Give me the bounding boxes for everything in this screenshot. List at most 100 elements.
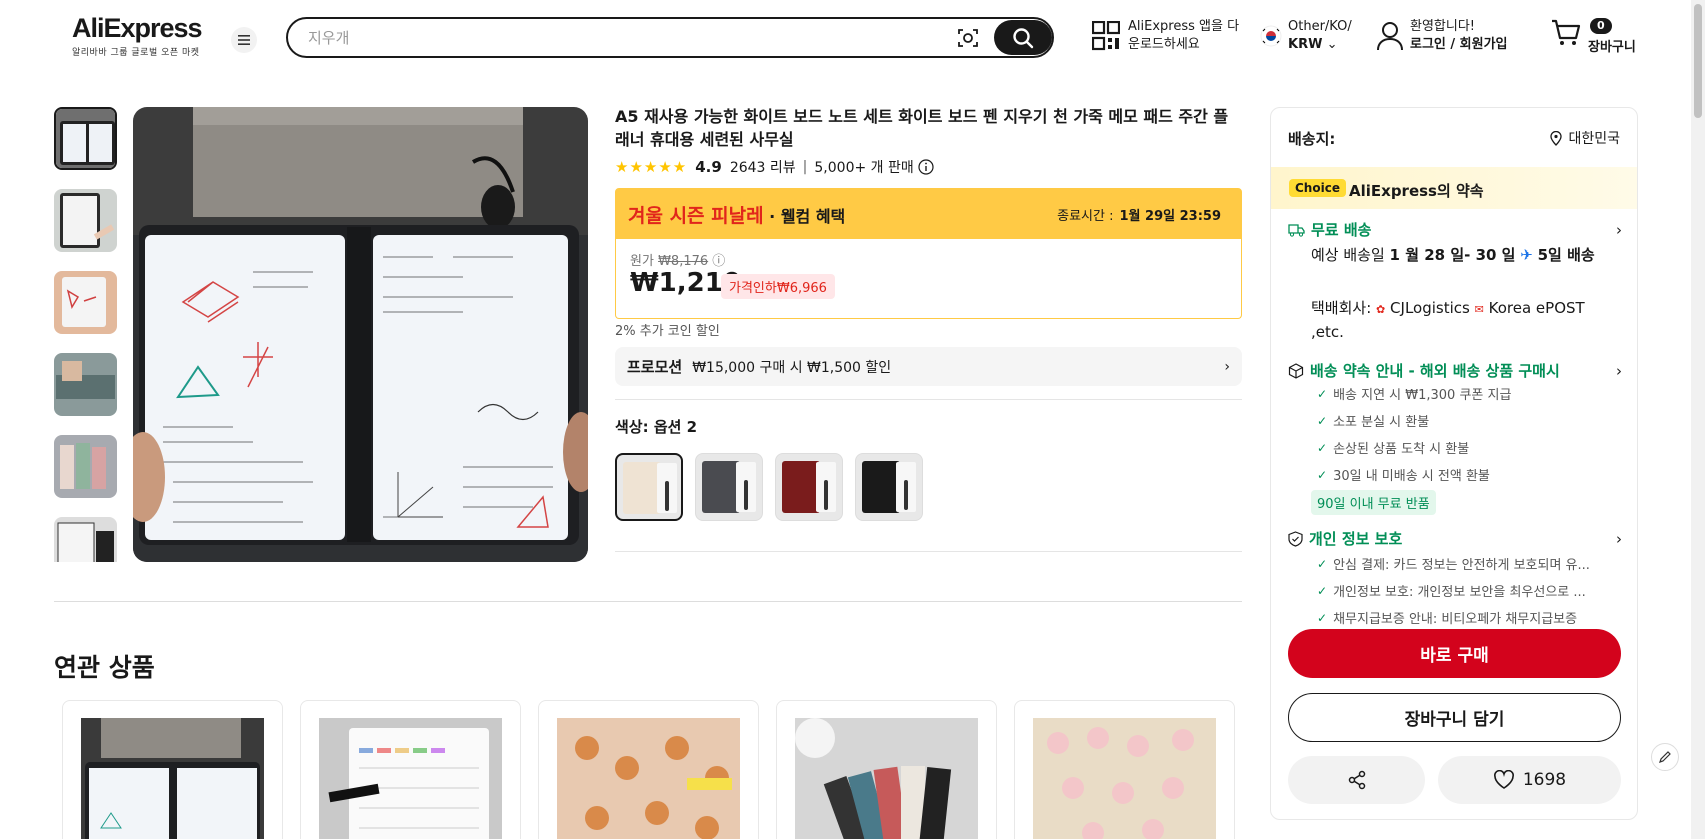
related-product-image — [319, 718, 502, 839]
delivery-days: 5일 배송 — [1537, 246, 1595, 264]
thumbnail-image — [54, 189, 117, 252]
coin-discount: 2% 추가 코인 할인 — [615, 324, 720, 339]
delivery-estimate: 예상 배송일 1 월 28 일- 30 일 ✈ 5일 배송 — [1311, 244, 1611, 267]
edit-button[interactable] — [1651, 743, 1679, 771]
divider — [615, 551, 1242, 552]
menu-button[interactable] — [231, 27, 257, 53]
privacy-row[interactable]: 개인 정보 보호 › — [1288, 528, 1622, 549]
thumbnail-4[interactable] — [54, 353, 117, 416]
sold-count: 5,000+ 개 판매 — [814, 160, 914, 176]
aliexpress-logo[interactable]: AliExpress 알리바바 그룹 글로벌 오픈 마켓 — [72, 14, 203, 58]
delivery-dates: 1 월 28 일- 30 일 — [1389, 246, 1516, 264]
check-icon: ✓ — [1317, 556, 1328, 571]
divider — [615, 399, 1242, 400]
info-icon[interactable]: ⓘ — [712, 254, 725, 269]
account-login[interactable]: 환영합니다! 로그인 / 회원가입 — [1376, 18, 1508, 54]
app-download-line1: AliExpress 앱을 다 — [1128, 19, 1240, 34]
product-photo — [133, 107, 588, 562]
list-item: ✓ 채무지급보증 안내: 비티오페가 채무지급보증 — [1317, 604, 1590, 631]
chevron-right-icon: › — [1616, 361, 1622, 380]
thumbnail-3[interactable] — [54, 271, 117, 334]
thumbnail-5[interactable] — [54, 435, 117, 498]
promotion-label: 프로모션 — [627, 358, 683, 376]
check-icon: ✓ — [1317, 610, 1328, 625]
related-product-image — [557, 718, 740, 839]
cart-label: 장바구니 — [1588, 40, 1636, 55]
region-selector[interactable]: Other/KO/ KRW ⌄ — [1260, 18, 1352, 54]
check-icon: ✓ — [1317, 413, 1328, 428]
swatch-color — [862, 461, 900, 513]
related-product-card[interactable] — [300, 700, 521, 839]
chevron-down-icon: ⌄ — [1326, 37, 1338, 52]
swatch-pen — [824, 480, 828, 510]
color-swatch-3[interactable] — [775, 453, 843, 521]
promotion-row[interactable]: 프로모션 ₩15,000 구매 시 ₩1,500 할인 › — [615, 347, 1242, 386]
related-product-image — [1033, 718, 1216, 839]
thumbnail-image — [54, 353, 117, 416]
buy-now-button[interactable]: 바로 구매 — [1288, 629, 1621, 678]
choice-promise-text: AliExpress의 약속 — [1349, 182, 1484, 200]
hamburger-icon — [238, 35, 250, 45]
review-count[interactable]: 2643 리뷰 — [730, 157, 796, 177]
korea-post-icon: ✉ — [1474, 303, 1484, 316]
image-search-icon[interactable] — [956, 26, 980, 50]
share-button[interactable] — [1288, 756, 1425, 804]
promise-item-text: 배송 지연 시 ₩1,300 쿠폰 지급 — [1333, 388, 1512, 403]
privacy-list: ✓ 안심 결제: 카드 정보는 안전하게 보호되며 유... ✓ 개인정보 보호: … — [1317, 550, 1590, 631]
related-product-card[interactable] — [538, 700, 759, 839]
list-item: ✓ 안심 결제: 카드 정보는 안전하게 보호되며 유... — [1317, 550, 1590, 577]
promise-item-text: 손상된 상품 도착 시 환불 — [1333, 442, 1470, 457]
sale-banner: 겨울 시즌 피날레 · 웰컴 혜택 종료시간 : 1월 29일 23:59 — [615, 188, 1242, 239]
wishlist-button[interactable]: 1698 — [1438, 756, 1621, 804]
thumbnail-image — [54, 435, 117, 498]
check-icon: ✓ — [1317, 583, 1328, 598]
color-swatch-2[interactable] — [695, 453, 763, 521]
add-to-cart-button[interactable]: 장바구니 담기 — [1288, 693, 1621, 742]
thumbnail-image — [54, 517, 117, 562]
login-signup-link: 로그인 / 회원가입 — [1410, 37, 1508, 52]
wishlist-count: 1698 — [1522, 770, 1567, 790]
cj-logo-icon: ✿ — [1376, 303, 1386, 316]
info-icon[interactable] — [918, 159, 934, 175]
chevron-right-icon: › — [1224, 358, 1230, 375]
search-icon — [1013, 27, 1034, 48]
search-button[interactable] — [994, 20, 1052, 55]
related-product-card[interactable] — [1014, 700, 1235, 839]
region-currency: KRW — [1288, 37, 1323, 52]
logo-subtitle: 알리바바 그룹 글로벌 오픈 마켓 — [72, 48, 200, 58]
related-product-image — [81, 718, 264, 839]
scrollbar[interactable] — [1691, 0, 1705, 839]
list-item: ✓ 개인정보 보호: 개인정보 보안을 최우선으로 ... — [1317, 577, 1590, 604]
sale-subtitle: · 웰컴 혜택 — [763, 207, 846, 226]
main-product-image[interactable] — [133, 107, 588, 562]
related-products-title: 연관 상품 — [54, 653, 155, 682]
delivery-promise-title: 배송 약속 안내 - 해외 배송 상품 구매시 — [1310, 362, 1560, 380]
ship-to-label: 배송지: — [1288, 130, 1336, 148]
swatch-color — [782, 461, 820, 513]
color-swatch-1[interactable] — [615, 453, 683, 521]
app-download[interactable]: AliExpress 앱을 다 운로드하세요 — [1092, 18, 1239, 54]
free-shipping-label: 무료 배송 — [1311, 221, 1372, 239]
thumbnail-1[interactable] — [54, 107, 117, 170]
search-input[interactable] — [308, 27, 908, 49]
delivery-estimate-prefix: 예상 배송일 — [1311, 246, 1390, 264]
related-product-card[interactable] — [62, 700, 283, 839]
thumbnail-2[interactable] — [54, 189, 117, 252]
related-product-card[interactable] — [776, 700, 997, 839]
discount-badge: 가격인하₩6,966 — [721, 274, 835, 299]
color-swatch-4[interactable] — [855, 453, 923, 521]
color-option-label: 색상: 옵션 2 — [615, 418, 698, 436]
scrollbar-thumb[interactable] — [1694, 4, 1702, 118]
thumbnail-6[interactable] — [54, 517, 117, 562]
separator: | — [802, 159, 808, 175]
country-name: 대한민국 — [1568, 131, 1620, 147]
share-icon — [1348, 770, 1365, 790]
ship-to-country[interactable]: 대한민국 — [1550, 128, 1620, 148]
check-icon: ✓ — [1317, 386, 1328, 401]
shield-icon — [1288, 530, 1303, 547]
cart-icon — [1552, 19, 1581, 45]
delivery-promise-row[interactable]: 배송 약속 안내 - 해외 배송 상품 구매시 › — [1288, 360, 1622, 381]
app-download-line2: 운로드하세요 — [1128, 37, 1200, 52]
free-shipping-row[interactable]: 무료 배송 › — [1288, 219, 1622, 240]
header-cart[interactable]: 0 장바구니 — [1550, 16, 1636, 55]
